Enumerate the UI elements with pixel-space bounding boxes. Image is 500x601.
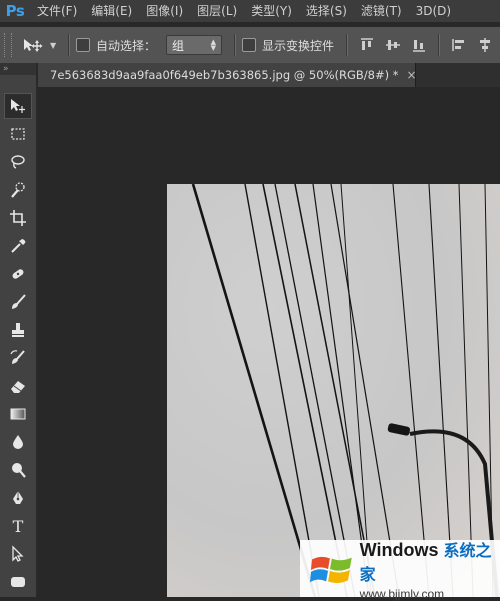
history-brush-tool-icon (10, 350, 25, 364)
options-bar: ▼ 自动选择： 组 ▲ ▼ 显示变换控件 (0, 26, 500, 64)
document-tab-bar: 7e563683d9aa9faa0f649eb7b363865.jpg @ 50… (38, 63, 500, 87)
menu-filter[interactable]: 滤镜(T) (354, 0, 409, 22)
marquee-tool[interactable] (4, 121, 32, 147)
path-selection-tool-icon (12, 545, 24, 562)
brush-tool[interactable] (4, 289, 32, 315)
type-tool[interactable]: T (4, 513, 32, 539)
updown-arrows-icon: ▲ ▼ (210, 38, 217, 52)
separator (346, 34, 349, 56)
menu-bar: Ps 文件(F) 编辑(E) 图像(I) 图层(L) 类型(Y) 选择(S) 滤… (0, 0, 500, 22)
chevron-down-icon: ▼ (50, 40, 57, 50)
spot-healing-tool-icon (12, 269, 24, 279)
rectangle-tool[interactable] (4, 569, 32, 595)
options-bar-grip[interactable] (4, 33, 12, 57)
crop-tool[interactable] (4, 205, 32, 231)
close-icon[interactable]: × (407, 68, 416, 82)
power-lines-photo (167, 184, 500, 597)
photoshop-logo: Ps (5, 2, 25, 20)
eraser-tool[interactable] (4, 373, 32, 399)
separator (438, 34, 441, 56)
show-transform-label: 显示变换控件 (262, 38, 335, 53)
path-selection-tool[interactable] (4, 541, 32, 567)
auto-select-value: 组 (172, 38, 185, 53)
separator (68, 34, 70, 56)
eraser-tool-icon (11, 381, 25, 393)
tool-preset-picker[interactable]: ▼ (22, 37, 62, 53)
menu-select[interactable]: 选择(S) (299, 0, 354, 22)
quick-selection-tool-icon (11, 182, 25, 198)
lasso-tool-icon (11, 155, 25, 169)
history-brush-tool[interactable] (4, 345, 32, 371)
document-image[interactable] (167, 184, 500, 597)
align-bottom-icon[interactable] (410, 36, 428, 54)
watermark-title-en: Windows (359, 539, 439, 560)
menu-image[interactable]: 图像(I) (139, 0, 190, 22)
auto-select-checkbox[interactable] (76, 38, 90, 52)
eyedropper-tool[interactable] (4, 233, 32, 259)
move-tool[interactable] (4, 93, 32, 119)
move-tool-icon (11, 99, 25, 113)
blur-tool-icon (13, 435, 23, 449)
watermark-title: Windows 系统之家 (360, 537, 500, 585)
gradient-tool[interactable] (4, 401, 32, 427)
pen-tool-icon (13, 491, 23, 504)
align-vertical-center-icon[interactable] (384, 36, 402, 54)
tools-panel-collapse[interactable]: » (0, 63, 36, 75)
menu-layer[interactable]: 图层(L) (190, 0, 244, 22)
auto-select-label: 自动选择： (96, 38, 157, 53)
rectangle-tool-icon (11, 577, 25, 587)
crop-tool-icon (10, 210, 26, 226)
align-top-icon[interactable] (358, 36, 376, 54)
blur-tool[interactable] (4, 429, 32, 455)
pen-tool[interactable] (4, 485, 32, 511)
show-transform-checkbox[interactable] (242, 38, 257, 52)
eyedropper-tool-icon (11, 239, 26, 253)
align-horizontal-center-icon[interactable] (476, 36, 494, 54)
dodge-tool-icon (12, 463, 26, 478)
windows-logo-icon (310, 556, 352, 583)
auto-select-dropdown[interactable]: 组 ▲ ▼ (166, 35, 223, 55)
watermark-url: www.bjjmlv.com (359, 586, 445, 601)
menu-3d[interactable]: 3D(D) (409, 0, 458, 22)
clone-stamp-tool[interactable] (4, 317, 32, 343)
menu-file[interactable]: 文件(F) (30, 0, 84, 22)
menu-type[interactable]: 类型(Y) (244, 0, 299, 22)
clone-stamp-tool-icon (12, 323, 24, 337)
dodge-tool[interactable] (4, 457, 32, 483)
tools-panel: » T (0, 63, 37, 597)
quick-selection-tool[interactable] (4, 177, 32, 203)
document-tab-title: 7e563683d9aa9faa0f649eb7b363865.jpg @ 50… (50, 68, 399, 82)
marquee-tool-icon (11, 128, 25, 140)
gradient-tool-icon (10, 408, 26, 420)
align-left-icon[interactable] (450, 36, 468, 54)
brush-tool-icon (12, 294, 26, 309)
type-tool-icon: T (12, 516, 24, 536)
document-tab[interactable]: 7e563683d9aa9faa0f649eb7b363865.jpg @ 50… (38, 63, 416, 87)
spot-healing-tool[interactable] (4, 261, 32, 287)
menu-edit[interactable]: 编辑(E) (84, 0, 139, 22)
lasso-tool[interactable] (4, 149, 32, 175)
separator (234, 34, 237, 56)
site-watermark: Windows 系统之家 www.bjjmlv.com (300, 537, 500, 601)
move-tool-icon (24, 39, 43, 52)
